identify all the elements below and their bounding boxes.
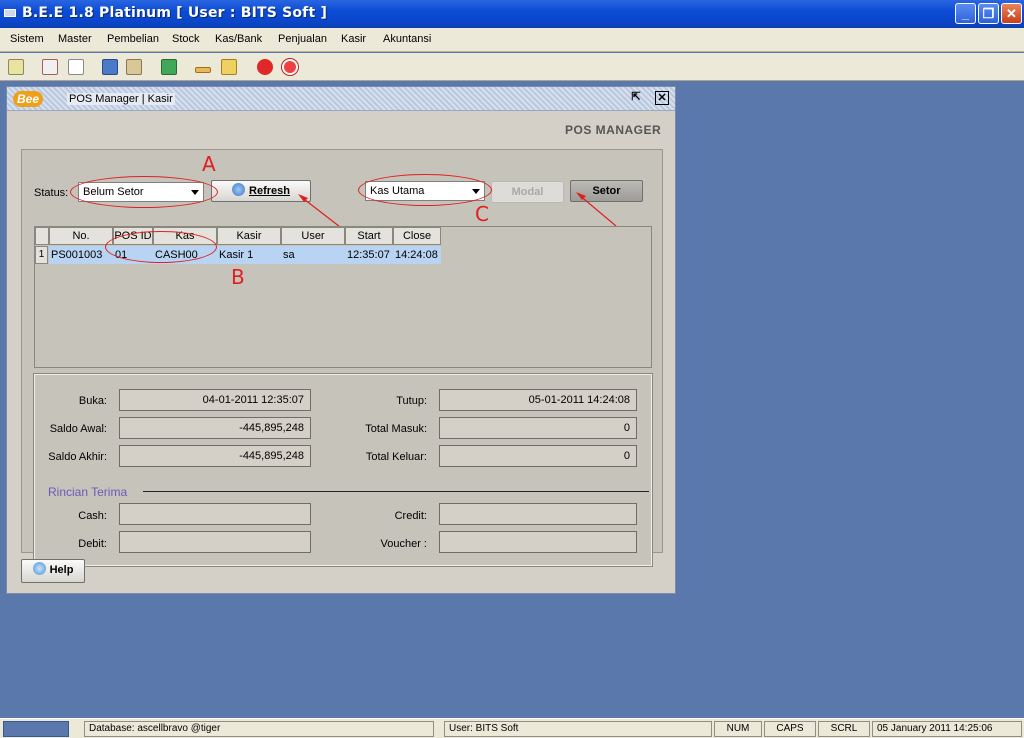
- database-status: Database: ascellbravo @tiger: [84, 721, 434, 737]
- cell-close: 14:24:08: [393, 246, 441, 264]
- menu-akuntansi[interactable]: Akuntansi: [383, 33, 431, 45]
- pos-table: No. POS ID Kas Kasir User Start Close 1 …: [34, 226, 652, 368]
- minimize-button[interactable]: _: [955, 3, 976, 24]
- status-bar: Database: ascellbravo @tiger User: BITS …: [0, 718, 1024, 738]
- toolbar: [0, 53, 1024, 81]
- cash-label: Cash:: [78, 510, 107, 522]
- close-button[interactable]: ✕: [1001, 3, 1022, 24]
- buka-field[interactable]: 04-01-2011 12:35:07: [119, 389, 311, 411]
- debit-label: Debit:: [78, 538, 107, 550]
- col-close[interactable]: Close: [393, 227, 441, 245]
- app-icon: [4, 9, 16, 17]
- col-user[interactable]: User: [281, 227, 345, 245]
- credit-label: Credit:: [394, 510, 427, 522]
- saldo-akhir-field[interactable]: -445,895,248: [119, 445, 311, 467]
- cell-user: sa: [281, 246, 345, 264]
- menu-stock[interactable]: Stock: [172, 33, 200, 45]
- total-masuk-field[interactable]: 0: [439, 417, 637, 439]
- help-button-label: Help: [49, 564, 74, 576]
- people-icon[interactable]: [102, 59, 118, 75]
- saldo-awal-label: Saldo Awal:: [49, 423, 107, 435]
- close-frame-icon[interactable]: ✕: [655, 91, 669, 105]
- frame-body: POS MANAGER Status: Belum Setor Refresh …: [9, 113, 673, 591]
- clipboard-icon[interactable]: [126, 59, 142, 75]
- pos-manager-window: Bee POS Manager | Kasir ⇱ ✕ POS MANAGER …: [6, 86, 676, 594]
- session-detail-panel: Buka: 04-01-2011 12:35:07 Tutup: 05-01-2…: [33, 373, 653, 567]
- menu-sistem[interactable]: Sistem: [10, 33, 44, 45]
- refresh-button[interactable]: Refresh: [211, 180, 311, 202]
- frame-titlebar[interactable]: Bee POS Manager | Kasir ⇱ ✕: [7, 87, 675, 111]
- power-icon[interactable]: [281, 58, 299, 76]
- menu-pembelian[interactable]: Pembelian: [107, 33, 159, 45]
- window-titlebar[interactable]: B.E.E 1.8 Platinum [ User : BITS Soft ] …: [0, 0, 1024, 28]
- row-number: 1: [35, 246, 48, 264]
- user-status: User: BITS Soft: [444, 721, 712, 737]
- saldo-akhir-label: Saldo Akhir:: [48, 451, 107, 463]
- tutup-field[interactable]: 05-01-2011 14:24:08: [439, 389, 637, 411]
- help-icon: [32, 562, 46, 575]
- buka-label: Buka:: [78, 395, 107, 407]
- total-masuk-label: Total Masuk:: [365, 423, 427, 435]
- datetime-status: 05 January 2011 14:25:06: [872, 721, 1022, 737]
- status-indicator: [3, 721, 69, 737]
- help-button[interactable]: Help: [21, 559, 85, 583]
- annotation-label-c: C: [475, 202, 489, 226]
- section-divider: [143, 491, 649, 492]
- menu-master[interactable]: Master: [58, 33, 92, 45]
- refresh-button-label: Refresh: [249, 185, 290, 197]
- total-keluar-field[interactable]: 0: [439, 445, 637, 467]
- annotation-label-a: A: [202, 152, 216, 176]
- saldo-awal-field[interactable]: -445,895,248: [119, 417, 311, 439]
- menu-penjualan[interactable]: Penjualan: [278, 33, 327, 45]
- voucher-field[interactable]: [439, 531, 637, 553]
- tutup-label: Tutup:: [396, 395, 427, 407]
- ruler-icon[interactable]: [195, 67, 211, 73]
- num-lock-status: NUM: [714, 721, 762, 737]
- scroll-lock-status: SCRL: [818, 721, 870, 737]
- menu-kas-bank[interactable]: Kas/Bank: [215, 33, 262, 45]
- cell-start: 12:35:07: [345, 246, 393, 264]
- main-panel: Status: Belum Setor Refresh Kas Utama Mo…: [21, 149, 663, 567]
- row-number-header: [35, 227, 49, 245]
- refresh-icon: [232, 183, 246, 196]
- col-no[interactable]: No.: [49, 227, 113, 245]
- stop-icon[interactable]: [257, 59, 273, 75]
- page-icon[interactable]: [68, 59, 84, 75]
- caps-lock-status: CAPS: [764, 721, 816, 737]
- status-label: Status:: [34, 187, 69, 199]
- bee-logo: Bee: [13, 91, 44, 107]
- annotation-circle-c: [358, 174, 492, 206]
- edit-icon[interactable]: [42, 59, 58, 75]
- window-title: B.E.E 1.8 Platinum [ User : BITS Soft ]: [22, 5, 328, 21]
- cell-no: PS001003: [49, 246, 113, 264]
- total-keluar-label: Total Keluar:: [365, 451, 427, 463]
- note-icon[interactable]: [8, 59, 24, 75]
- frame-title: POS Manager | Kasir: [67, 93, 175, 105]
- setor-button[interactable]: Setor: [570, 180, 643, 202]
- rincian-terima-title: Rincian Terima: [48, 485, 128, 499]
- folder-icon[interactable]: [221, 59, 237, 75]
- annotation-circle-b: [105, 231, 217, 263]
- debit-field[interactable]: [119, 531, 311, 553]
- pos-manager-header: POS MANAGER: [565, 123, 662, 137]
- annotation-label-b: B: [231, 265, 245, 289]
- menu-bar: Sistem Master Pembelian Stock Kas/Bank P…: [0, 28, 1024, 52]
- restore-button[interactable]: ❐: [978, 3, 999, 24]
- voucher-label: Voucher :: [380, 538, 427, 550]
- annotation-circle-a: [70, 176, 218, 208]
- cell-kasir: Kasir 1: [217, 246, 281, 264]
- chart-icon[interactable]: [161, 59, 177, 75]
- col-kasir[interactable]: Kasir: [217, 227, 281, 245]
- modal-button[interactable]: Modal: [491, 181, 564, 203]
- restore-frame-icon[interactable]: ⇱: [629, 91, 643, 105]
- cash-field[interactable]: [119, 503, 311, 525]
- credit-field[interactable]: [439, 503, 637, 525]
- col-start[interactable]: Start: [345, 227, 393, 245]
- menu-kasir[interactable]: Kasir: [341, 33, 366, 45]
